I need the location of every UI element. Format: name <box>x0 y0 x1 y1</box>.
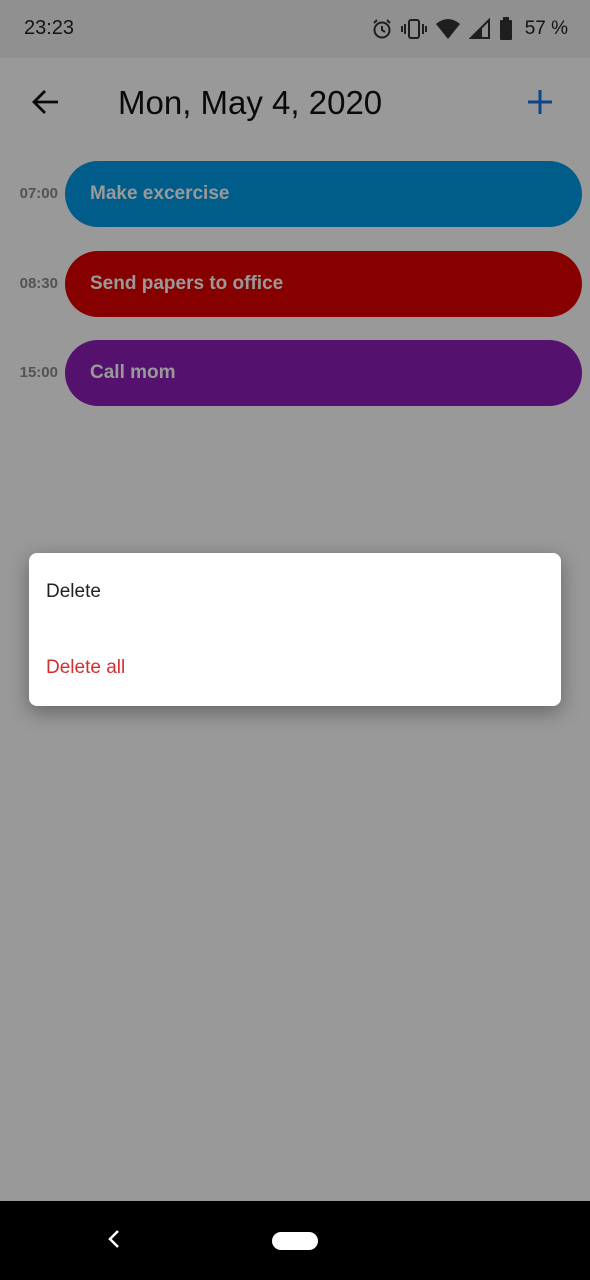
system-nav-bar <box>0 1201 590 1280</box>
context-menu-dialog: Delete Delete all <box>29 553 561 706</box>
screen: 23:23 57 % Mon, May 4, 2020 07:00 Make e… <box>0 0 590 1280</box>
nav-back-button[interactable] <box>100 1227 128 1255</box>
delete-menu-item[interactable]: Delete <box>29 556 561 628</box>
chevron-left-icon <box>106 1228 122 1255</box>
home-pill-icon[interactable] <box>272 1232 318 1250</box>
delete-all-menu-item[interactable]: Delete all <box>29 632 561 704</box>
